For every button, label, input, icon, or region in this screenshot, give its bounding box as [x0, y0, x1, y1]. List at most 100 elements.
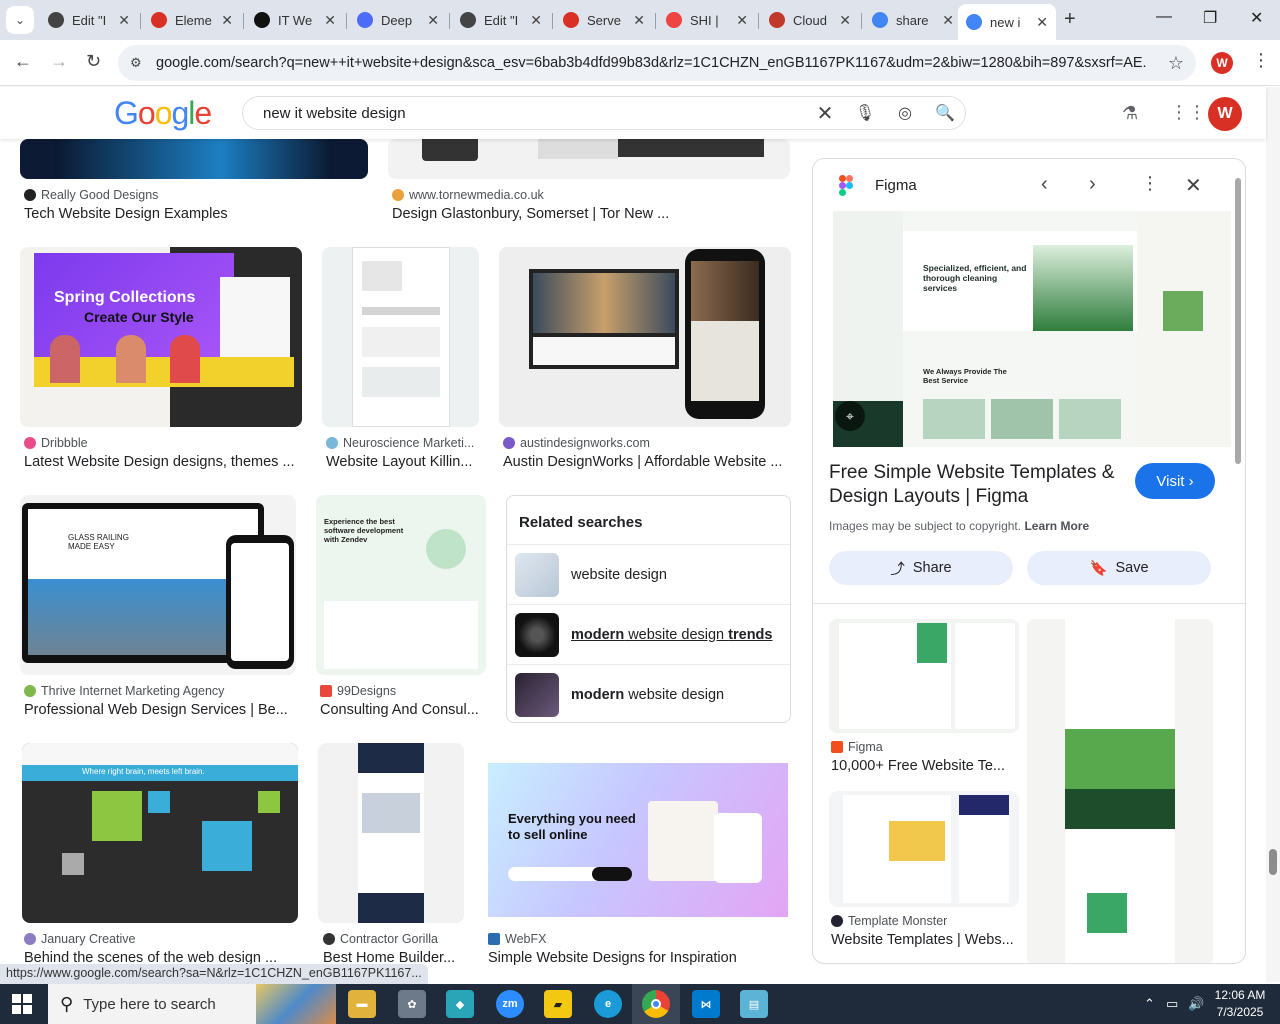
- result-thumb-austin[interactable]: [499, 247, 791, 427]
- result-source[interactable]: 99Designs: [320, 684, 396, 698]
- taskbar-search-placeholder[interactable]: Type here to search: [83, 996, 216, 1013]
- panel-source[interactable]: Figma: [875, 177, 917, 194]
- result-thumb-dribbble[interactable]: Spring Collections Create Our Style: [20, 247, 302, 427]
- tab-title[interactable]: Cloud: [793, 13, 831, 28]
- result-thumb-webfx[interactable]: Everything you need to sell online: [488, 749, 788, 917]
- forward-icon[interactable]: →: [50, 51, 68, 72]
- tab-close-icon[interactable]: ✕: [736, 12, 748, 29]
- clear-icon[interactable]: ✕: [805, 101, 845, 126]
- tab-title[interactable]: share: [896, 13, 934, 28]
- tab-close-icon[interactable]: ✕: [1036, 14, 1048, 31]
- chevron-left-icon[interactable]: ‹: [1041, 173, 1048, 196]
- save-button[interactable]: 🔖 Save: [1027, 551, 1211, 585]
- tab-title[interactable]: Eleme: [175, 13, 213, 28]
- tab-close-icon[interactable]: ✕: [324, 12, 336, 29]
- result-title[interactable]: 10,000+ Free Website Te...: [831, 758, 1017, 774]
- panel-more-thumb-tall[interactable]: [1027, 619, 1213, 963]
- result-thumb-contractor[interactable]: [318, 743, 464, 923]
- browser-tab[interactable]: share ✕: [864, 6, 962, 34]
- tab-title[interactable]: Deep: [381, 13, 419, 28]
- result-title[interactable]: Consulting And Consul...: [320, 702, 484, 718]
- result-source[interactable]: austindesignworks.com: [503, 436, 650, 450]
- account-avatar[interactable]: W: [1208, 97, 1242, 131]
- panel-title[interactable]: Free Simple Website Templates & Design L…: [829, 461, 1129, 509]
- visit-button[interactable]: Visit ›: [1135, 463, 1215, 499]
- tab-search-button[interactable]: ⌄: [6, 6, 34, 34]
- browser-tab[interactable]: Edit "I ✕: [40, 6, 138, 34]
- page-scrollbar[interactable]: [1266, 87, 1280, 982]
- lens-icon[interactable]: ◎: [885, 103, 925, 123]
- result-title[interactable]: Simple Website Designs for Inspiration: [488, 950, 788, 966]
- related-item-website-design[interactable]: website design: [507, 544, 790, 604]
- close-icon[interactable]: ✕: [1185, 173, 1202, 198]
- result-thumb-99designs[interactable]: Experience the best software development…: [316, 495, 486, 675]
- result-thumb-january[interactable]: Where right brain, meets left brain.: [22, 743, 298, 923]
- result-thumb-neuroscience[interactable]: [322, 247, 479, 427]
- chrome-icon[interactable]: [642, 990, 670, 1018]
- tab-close-icon[interactable]: ✕: [221, 12, 233, 29]
- result-source[interactable]: WebFX: [488, 932, 546, 946]
- zoom-icon[interactable]: zm: [496, 990, 524, 1018]
- result-title[interactable]: Latest Website Design designs, themes ..…: [24, 454, 300, 470]
- windows-start-icon[interactable]: [12, 994, 32, 1014]
- app-icon[interactable]: ◆: [446, 990, 474, 1018]
- result-thumb-really-good[interactable]: [20, 139, 368, 179]
- panel-preview-image[interactable]: Specialized, efficient, and thorough cle…: [833, 211, 1231, 447]
- tab-close-icon[interactable]: ✕: [839, 12, 851, 29]
- minimize-icon[interactable]: —: [1156, 8, 1172, 26]
- result-title[interactable]: Austin DesignWorks | Affordable Website …: [503, 454, 789, 470]
- result-source[interactable]: January Creative: [24, 932, 136, 946]
- tab-title[interactable]: new i: [990, 15, 1028, 30]
- bookmark-star-icon[interactable]: ☆: [1168, 53, 1184, 74]
- tab-close-icon[interactable]: ✕: [942, 12, 954, 29]
- related-text[interactable]: modern website design trends: [571, 627, 772, 643]
- volume-icon[interactable]: 🔊: [1188, 996, 1204, 1012]
- result-title[interactable]: Professional Web Design Services | Be...: [24, 702, 294, 718]
- file-explorer-icon[interactable]: ▬: [348, 990, 376, 1018]
- result-title[interactable]: Design Glastonbury, Somerset | Tor New .…: [392, 206, 782, 222]
- labs-flask-icon[interactable]: ⚗: [1122, 103, 1138, 124]
- search-box[interactable]: new it website design ✕ 🎙 ◎ 🔍: [242, 96, 966, 130]
- search-icon[interactable]: 🔍: [925, 103, 965, 123]
- browser-tab[interactable]: SHI | ✕: [658, 6, 756, 34]
- browser-tab[interactable]: Edit "I ✕: [452, 6, 550, 34]
- edge-icon[interactable]: e: [594, 990, 622, 1018]
- app-icon[interactable]: ▤: [740, 990, 768, 1018]
- result-source[interactable]: Thrive Internet Marketing Agency: [24, 684, 224, 698]
- result-source[interactable]: Dribbble: [24, 436, 88, 450]
- search-input[interactable]: new it website design: [263, 105, 805, 122]
- more-vert-icon[interactable]: ⋮: [1141, 173, 1159, 194]
- result-source[interactable]: Contractor Gorilla: [323, 932, 438, 946]
- result-title[interactable]: Website Templates | Webs...: [831, 932, 1017, 948]
- tray-chevron-icon[interactable]: ⌃: [1144, 996, 1155, 1012]
- tab-close-icon[interactable]: ✕: [530, 12, 542, 29]
- close-window-icon[interactable]: ✕: [1250, 8, 1263, 28]
- tab-title[interactable]: IT We: [278, 13, 316, 28]
- related-text[interactable]: website design: [571, 567, 667, 583]
- reload-icon[interactable]: ↻: [86, 51, 101, 72]
- browser-tab[interactable]: Deep ✕: [349, 6, 447, 34]
- new-tab-button[interactable]: +: [1064, 8, 1076, 31]
- result-source[interactable]: Really Good Designs: [24, 188, 158, 202]
- related-item-modern-website-design[interactable]: modern website design: [507, 664, 790, 724]
- result-thumb-thrive[interactable]: GLASS RAILING MADE EASY: [20, 495, 296, 675]
- microphone-icon[interactable]: 🎙: [845, 103, 885, 123]
- browser-tab[interactable]: Eleme ✕: [143, 6, 241, 34]
- result-source[interactable]: www.tornewmedia.co.uk: [392, 188, 544, 202]
- share-button[interactable]: ⤴ Share: [829, 551, 1013, 585]
- restore-icon[interactable]: ❐: [1203, 8, 1217, 28]
- app-icon[interactable]: ✿: [398, 990, 426, 1018]
- panel-more-thumb[interactable]: [829, 619, 1019, 733]
- browser-profile-avatar[interactable]: W: [1211, 52, 1233, 74]
- browser-menu-icon[interactable]: ⋮: [1252, 50, 1270, 71]
- tab-title[interactable]: Serve: [587, 13, 625, 28]
- browser-tab[interactable]: IT We ✕: [246, 6, 344, 34]
- tab-title[interactable]: SHI |: [690, 13, 728, 28]
- panel-more-thumb[interactable]: [829, 791, 1019, 907]
- tab-title[interactable]: Edit "I: [72, 13, 110, 28]
- sticky-notes-icon[interactable]: ▰: [544, 990, 572, 1018]
- apps-grid-icon[interactable]: ⋮⋮: [1170, 102, 1206, 123]
- result-source[interactable]: Figma: [831, 740, 883, 754]
- related-text[interactable]: modern website design: [571, 687, 724, 703]
- related-item-modern-trends[interactable]: modern website design trends: [507, 604, 790, 664]
